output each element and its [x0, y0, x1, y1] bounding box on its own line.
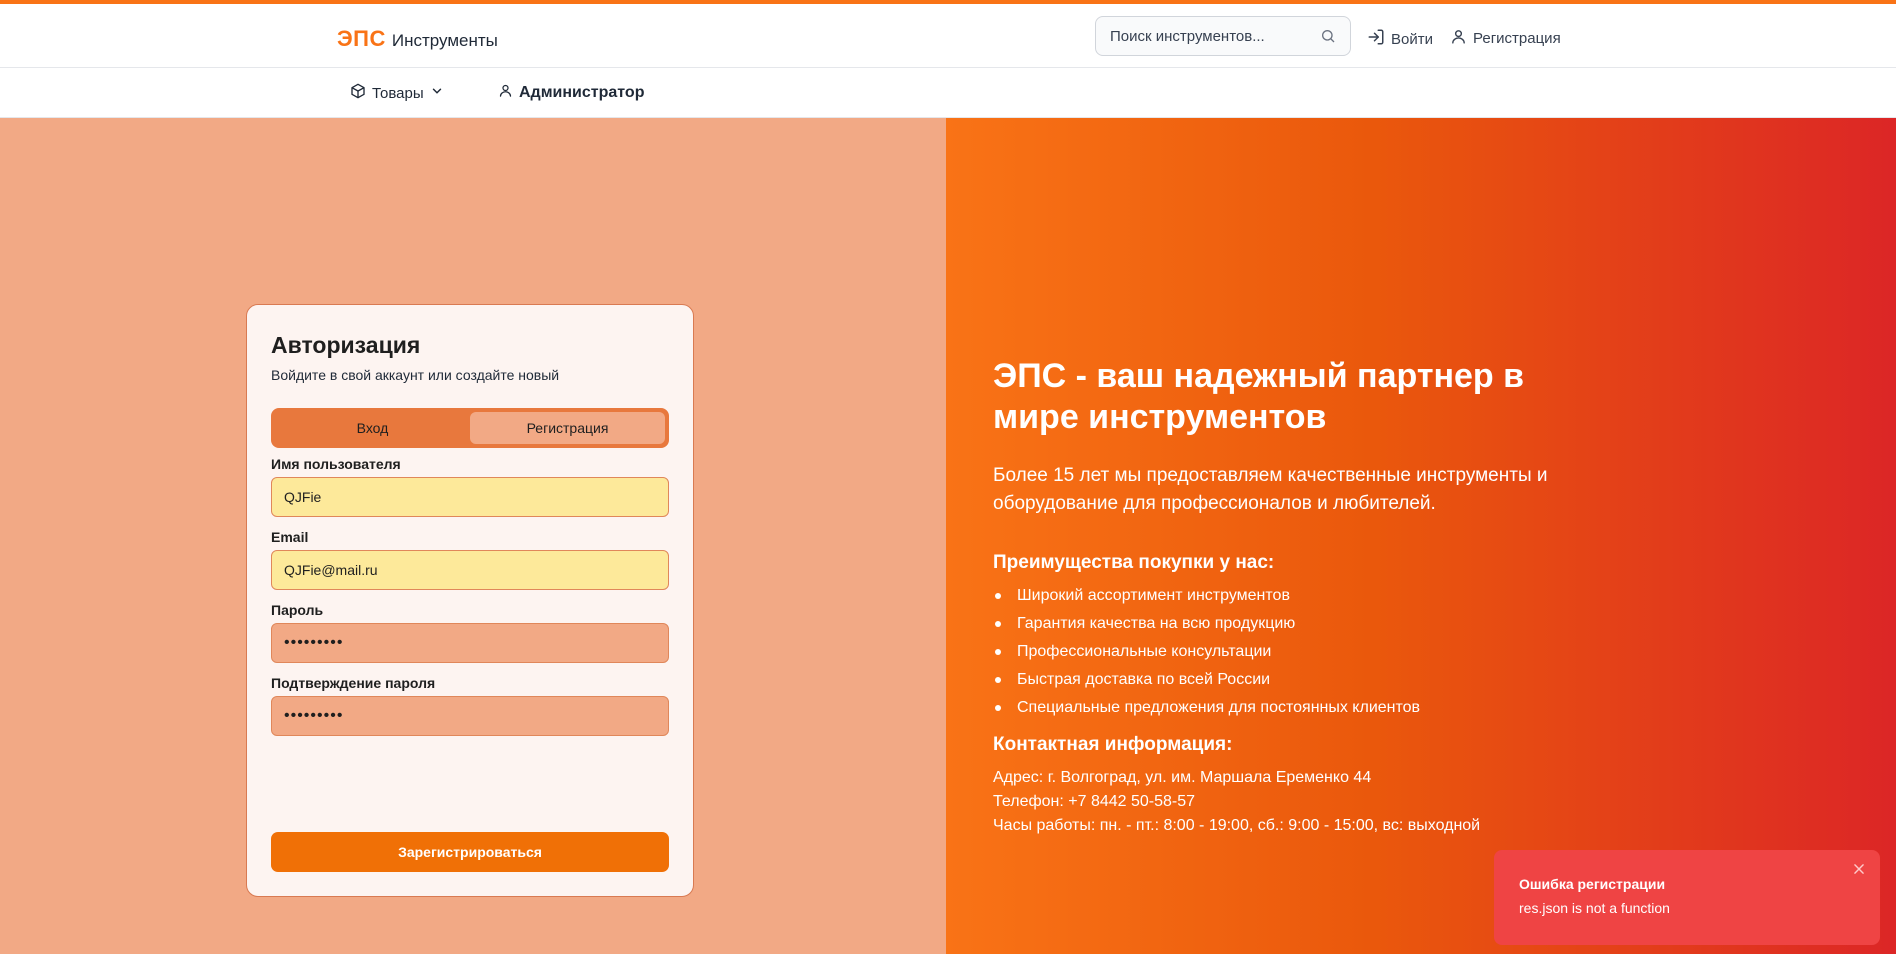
list-item: Специальные предложения для постоянных к… — [993, 694, 1613, 722]
list-item: Гарантия качества на всю продукцию — [993, 610, 1613, 638]
list-item: Широкий ассортимент инструментов — [993, 582, 1613, 610]
advantages-title: Преимущества покупки у нас: — [993, 552, 1275, 573]
logo[interactable]: ЭПС Инструменты — [337, 26, 498, 52]
user-icon — [1450, 28, 1467, 49]
list-item: Профессиональные консультации — [993, 638, 1613, 666]
login-label: Войти — [1391, 30, 1433, 48]
contact-address: Адрес: г. Волгоград, ул. им. Маршала Ере… — [993, 769, 1372, 786]
search-box[interactable] — [1095, 16, 1351, 56]
email-label: Email — [271, 529, 309, 545]
logo-text: Инструменты — [391, 31, 498, 50]
advantages-list: Широкий ассортимент инструментов Гаранти… — [993, 582, 1613, 722]
username-field[interactable] — [271, 477, 669, 517]
close-icon[interactable] — [1852, 862, 1866, 881]
nav-admin-link[interactable]: Администратор — [498, 83, 644, 103]
confirm-password-field[interactable] — [271, 696, 669, 736]
user-icon — [498, 83, 513, 103]
promo-content: ЭПС - ваш надежный партнер в мире инстру… — [993, 356, 1613, 838]
nav-admin-label: Администратор — [519, 84, 645, 101]
main-nav: Товары Администратор — [0, 68, 1896, 118]
password-label: Пароль — [271, 602, 324, 618]
logo-mark: ЭПС — [337, 26, 386, 51]
promo-text: Более 15 лет мы предоставляем качественн… — [993, 465, 1548, 514]
login-link[interactable]: Войти — [1367, 28, 1433, 50]
search-input[interactable] — [1110, 27, 1310, 45]
contact-phone: Телефон: +7 8442 50-58-57 — [993, 793, 1196, 810]
login-icon — [1367, 28, 1385, 50]
register-link[interactable]: Регистрация — [1450, 28, 1561, 49]
tab-login[interactable]: Вход — [275, 412, 470, 444]
username-label: Имя пользователя — [271, 456, 401, 472]
promo-title: ЭПС - ваш надежный партнер в мире инстру… — [993, 357, 1525, 436]
auth-title: Авторизация — [271, 332, 421, 358]
nav-products-dropdown[interactable]: Товары — [350, 83, 444, 103]
toast-title: Ошибка регистрации — [1519, 876, 1666, 892]
auth-subtitle: Войдите в свой аккаунт или создайте новы… — [271, 367, 560, 383]
confirm-password-label: Подтверждение пароля — [271, 675, 436, 691]
auth-tabs: Вход Регистрация — [271, 408, 669, 448]
box-icon — [350, 83, 366, 103]
chevron-down-icon — [430, 84, 444, 102]
contact-title: Контактная информация: — [993, 734, 1233, 755]
contact-hours: Часы работы: пн. - пт.: 8:00 - 19:00, сб… — [993, 817, 1481, 834]
search-icon[interactable] — [1320, 28, 1336, 49]
site-header: ЭПС Инструменты Войти Регистрация — [0, 4, 1896, 68]
email-field[interactable] — [271, 550, 669, 590]
error-toast: Ошибка регистрации res.json is not a fun… — [1494, 850, 1880, 945]
register-label: Регистрация — [1473, 30, 1561, 47]
register-submit-button[interactable]: Зарегистрироваться — [271, 832, 669, 872]
nav-products-label: Товары — [372, 84, 424, 102]
auth-card: Авторизация Войдите в свой аккаунт или с… — [246, 304, 694, 897]
tab-register[interactable]: Регистрация — [470, 412, 665, 444]
toast-message: res.json is not a function — [1519, 900, 1670, 916]
password-field[interactable] — [271, 623, 669, 663]
list-item: Быстрая доставка по всей России — [993, 666, 1613, 694]
